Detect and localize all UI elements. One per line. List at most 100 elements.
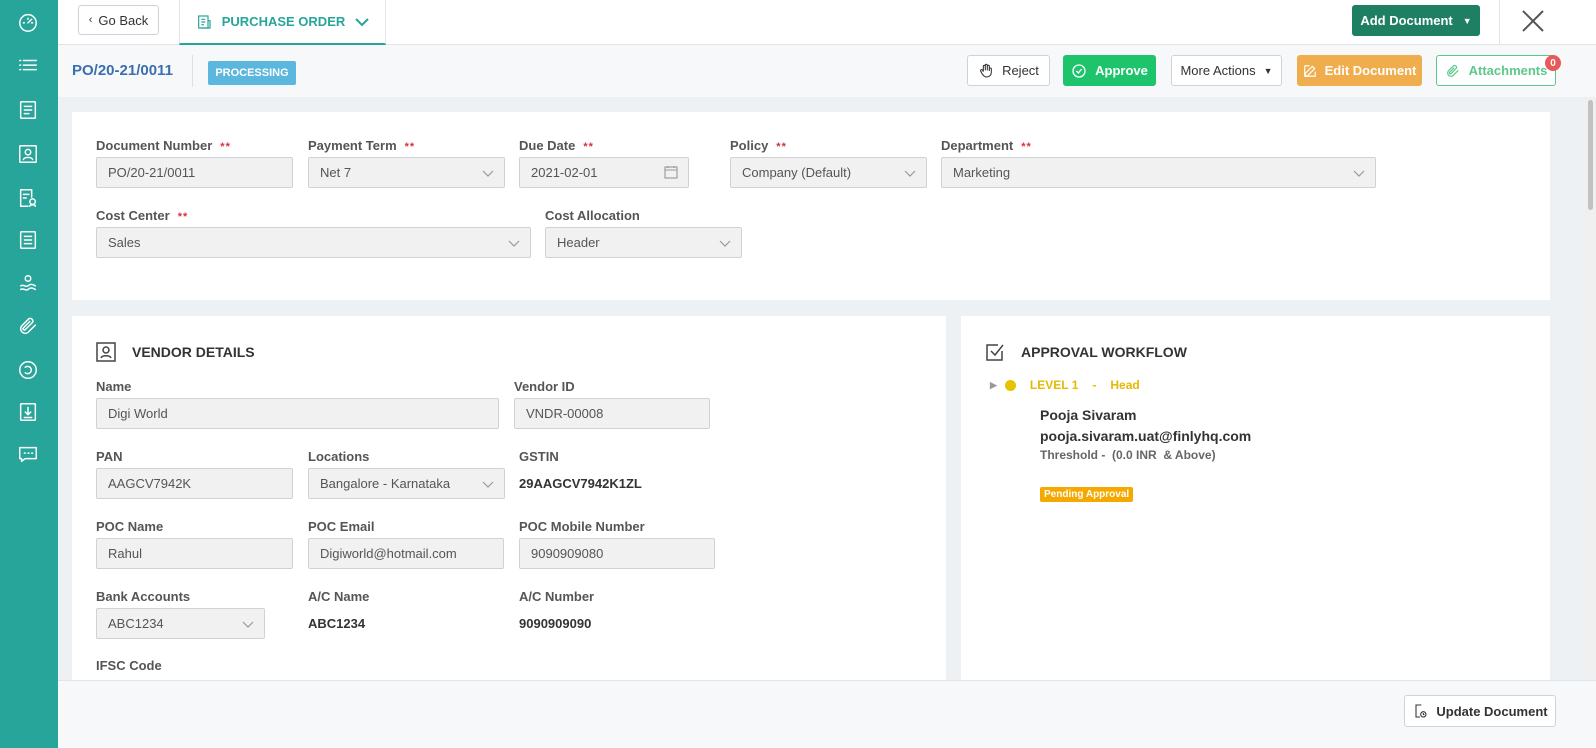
cost-center-select[interactable]: Sales: [96, 227, 531, 258]
document-number-field[interactable]: PO/20-21/0011: [96, 157, 293, 188]
vendor-search-icon[interactable]: [16, 186, 40, 210]
dashboard-icon[interactable]: [16, 10, 40, 34]
document-number-label: Document Number **: [96, 138, 231, 153]
purchase-order-icon: [197, 14, 211, 29]
approve-button[interactable]: Approve: [1063, 55, 1156, 86]
attachments-count-badge: 0: [1545, 55, 1561, 71]
update-document-icon: [1415, 704, 1427, 718]
contact-icon[interactable]: [16, 142, 40, 166]
pending-approval-badge: Pending Approval: [1040, 487, 1134, 502]
poc-name-field[interactable]: Rahul: [96, 538, 293, 569]
chevron-down-icon: [508, 240, 520, 247]
ac-number-value: 9090909090: [519, 616, 592, 631]
chat-icon[interactable]: [16, 442, 40, 466]
close-icon[interactable]: [1520, 8, 1546, 34]
approval-workflow-title: APPROVAL WORKFLOW: [985, 342, 1187, 362]
more-actions-button[interactable]: More Actions ▼: [1171, 55, 1282, 86]
vendor-name-label: Name: [96, 379, 132, 394]
chevron-down-icon: [482, 170, 494, 177]
tab-label: PURCHASE ORDER: [221, 14, 346, 29]
vendor-id-label: Vendor ID: [514, 379, 575, 394]
caret-right-icon: ▶: [990, 379, 997, 390]
threshold-text: Threshold - (0.0 INR & Above): [1040, 448, 1216, 462]
ac-name-value: ABC1234: [308, 616, 366, 631]
attachments-button[interactable]: Attachments: [1436, 55, 1556, 86]
attachments-label: Attachments: [1468, 63, 1548, 78]
reject-button[interactable]: Reject: [967, 55, 1050, 86]
vendor-details-title: VENDOR DETAILS: [96, 342, 255, 362]
checkbox-icon: [986, 344, 1004, 361]
vendor-name-field[interactable]: Digi World: [96, 398, 499, 429]
bank-accounts-label: Bank Accounts: [96, 589, 191, 604]
download-report-icon[interactable]: [16, 400, 40, 424]
add-document-button[interactable]: Add Document ▼: [1352, 5, 1480, 36]
poc-email-label: POC Email: [308, 519, 375, 534]
status-dot-icon: [1004, 379, 1016, 391]
chevron-down-icon: [482, 481, 494, 488]
divider: [1499, 0, 1500, 45]
policy-label: Policy **: [730, 138, 787, 153]
vendor-id-field[interactable]: VNDR-00008: [514, 398, 710, 429]
add-document-label: Add Document: [1360, 13, 1453, 28]
level-role: Head: [1110, 378, 1140, 392]
cost-allocation-label: Cost Allocation: [545, 208, 640, 223]
payment-term-select[interactable]: Net 7: [308, 157, 505, 188]
go-back-button[interactable]: ‹ Go Back: [78, 5, 159, 35]
department-label: Department **: [941, 138, 1032, 153]
status-badge: PROCESSING: [208, 61, 296, 85]
locations-select[interactable]: Bangalore - Karnataka: [308, 468, 505, 499]
chevron-down-icon: [1353, 170, 1365, 177]
document-icon[interactable]: [16, 98, 40, 122]
policy-select[interactable]: Company (Default): [730, 157, 927, 188]
update-document-button[interactable]: Update Document: [1404, 695, 1556, 727]
invoice-icon[interactable]: [16, 228, 40, 252]
contact-icon: [96, 342, 116, 362]
cost-allocation-select[interactable]: Header: [545, 227, 742, 258]
approve-label: Approve: [1095, 63, 1148, 78]
check-circle-icon: [1072, 63, 1086, 78]
bottom-bar: Update Document: [58, 680, 1596, 748]
ac-number-label: A/C Number: [519, 589, 595, 604]
reject-label: Reject: [1002, 63, 1039, 78]
document-number-title: PO/20-21/0011: [72, 62, 173, 79]
chevron-down-icon: [904, 170, 916, 177]
poc-name-label: POC Name: [96, 519, 164, 534]
hand-stop-icon: [980, 63, 992, 78]
ifsc-label: IFSC Code: [96, 658, 162, 673]
attachment-icon[interactable]: [16, 314, 40, 338]
pan-field[interactable]: AAGCV7942K: [96, 468, 293, 499]
cost-center-label: Cost Center **: [96, 208, 189, 223]
edit-document-label: Edit Document: [1324, 63, 1417, 78]
update-document-label: Update Document: [1436, 703, 1548, 719]
edit-document-button[interactable]: Edit Document: [1297, 55, 1422, 86]
ac-name-label: A/C Name: [308, 589, 370, 604]
approver-email: pooja.sivaram.uat@finlyhq.com: [1040, 428, 1252, 444]
divider: [192, 55, 193, 87]
due-date-field[interactable]: 2021-02-01: [519, 157, 689, 188]
locations-label: Locations: [308, 449, 370, 464]
go-back-label: Go Back: [98, 12, 149, 28]
gstin-value: 29AAGCV7942K1ZL: [519, 476, 642, 491]
due-date-label: Due Date **: [519, 138, 594, 153]
list-icon[interactable]: [16, 54, 40, 78]
paperclip-icon: [1446, 64, 1459, 77]
chevron-down-icon: ▼: [1462, 15, 1472, 26]
poc-email-field[interactable]: Digiworld@hotmail.com: [308, 538, 504, 569]
payment-icon[interactable]: [16, 272, 40, 296]
bank-accounts-select[interactable]: ABC1234: [96, 608, 265, 639]
document-header: PO/20-21/0011 PROCESSING Reject Approve …: [58, 45, 1596, 97]
department-select[interactable]: Marketing: [941, 157, 1376, 188]
edit-icon: [1303, 64, 1316, 77]
chevron-down-icon: [719, 240, 731, 247]
sync-icon[interactable]: [16, 358, 40, 382]
level-separator: -: [1092, 378, 1097, 392]
chevron-left-icon: ‹: [88, 14, 93, 26]
sidebar: [0, 0, 58, 748]
level-label: LEVEL 1: [1029, 378, 1079, 392]
scrollbar-thumb[interactable]: [1588, 100, 1593, 210]
approval-level[interactable]: ▶ LEVEL 1 - Head: [990, 378, 1140, 392]
tab-purchase-order[interactable]: PURCHASE ORDER: [179, 0, 386, 45]
top-bar: ‹ Go Back PURCHASE ORDER Add Document ▼: [58, 0, 1596, 45]
vendor-details-card: VENDOR DETAILS Name Digi World Vendor ID…: [72, 316, 946, 680]
poc-mobile-field[interactable]: 9090909080: [519, 538, 715, 569]
